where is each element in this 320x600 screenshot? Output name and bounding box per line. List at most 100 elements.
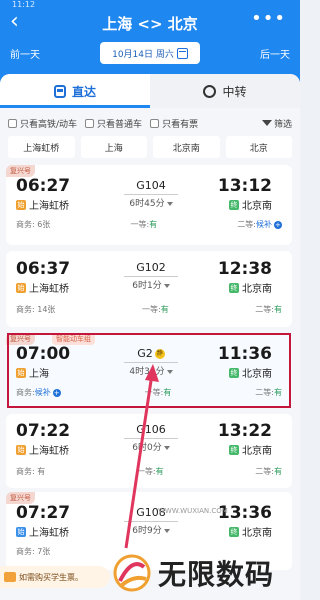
train-number: G106: [136, 423, 166, 436]
chevron-down-icon: [163, 445, 170, 450]
duration[interactable]: 6时1分: [116, 278, 186, 291]
date-bar: 前一天 10月14日 周六 后一天: [0, 40, 300, 66]
arrival-time: 13:22: [217, 421, 272, 441]
second-class-seats: 二等:有: [255, 467, 282, 476]
student-ticket-tip[interactable]: 如需购买学生票。: [0, 566, 110, 588]
plus-icon[interactable]: +: [273, 221, 282, 229]
start-station-icon: 始: [16, 199, 26, 210]
second-class-seats: 二等:有: [255, 305, 282, 314]
arrival-station-label: 北京南: [242, 446, 272, 457]
first-class-seats: 一等:有: [142, 305, 169, 314]
arrival-time: 12:38: [217, 259, 272, 279]
calendar-icon: [176, 47, 188, 59]
station-chip[interactable]: 北京南: [153, 136, 220, 158]
station-chip[interactable]: 北京: [225, 136, 292, 158]
station-chip[interactable]: 上海虹桥: [8, 136, 75, 158]
tab-transfer[interactable]: 中转: [150, 74, 300, 108]
checkbox-icon: [8, 118, 17, 128]
arrival-time: 13:12: [217, 176, 272, 196]
student-tip-label: 如需购买学生票。: [19, 572, 83, 582]
business-seats: 商务: 7张: [16, 547, 51, 556]
business-seats: 商务: 14张: [16, 305, 56, 314]
route-line: [124, 276, 178, 277]
route-line: [124, 194, 178, 195]
end-station-icon: 终: [229, 199, 239, 210]
start-station-icon: 始: [16, 526, 26, 537]
station-chip[interactable]: 上海: [80, 136, 147, 158]
train-icon: [53, 84, 66, 98]
checkbox-icon: [85, 118, 95, 128]
tab-transfer-label: 中转: [222, 84, 247, 99]
filter-icon: [261, 120, 272, 126]
filter-row: 只看高铁/动车 只看普通车 只看有票 筛选: [0, 112, 300, 134]
train-card[interactable]: 复兴号 06:27 始上海虹桥 G104 6时45分 13:12 终北京南 商务…: [6, 165, 292, 245]
highlight-box: [7, 333, 291, 408]
route-line: [124, 521, 178, 522]
watermark-logo-icon: [113, 554, 151, 591]
departure-station-label: 上海虹桥: [29, 446, 69, 457]
start-station-icon: 始: [16, 282, 26, 293]
more-icon[interactable]: •••: [251, 8, 286, 29]
only-normal-label: 只看普通车: [97, 119, 143, 130]
only-normal-checkbox[interactable]: 只看普通车: [85, 117, 142, 130]
end-station-icon: 终: [229, 444, 239, 455]
duration-label: 6时45分: [129, 199, 165, 209]
only-available-checkbox[interactable]: 只看有票: [150, 117, 198, 130]
first-class-seats: 一等:有: [136, 467, 164, 476]
seat-availability: 商务: 有 一等:有 二等:有: [16, 466, 282, 477]
departure-time: 06:27: [16, 176, 71, 196]
business-seats: 商务: 有: [16, 467, 46, 476]
arrival-station-label: 北京南: [242, 528, 272, 539]
departure-station: 始上海虹桥: [16, 197, 69, 212]
watermark-text: 无限数码: [158, 557, 275, 591]
duration[interactable]: 6时0分: [116, 440, 186, 453]
departure-station-label: 上海虹桥: [29, 201, 69, 212]
only-gd-checkbox[interactable]: 只看高铁/动车: [8, 117, 77, 130]
arrival-station: 终北京南: [229, 280, 272, 295]
chevron-down-icon: [166, 201, 173, 206]
top-bar: ‹ 上海 <> 北京 •••: [0, 8, 300, 38]
departure-station: 始上海虹桥: [16, 524, 69, 539]
station-filter: 上海虹桥 上海 北京南 北京: [0, 136, 300, 158]
arrival-station: 终北京南: [229, 524, 272, 539]
train-number: G104: [136, 179, 166, 192]
watermark: 无限数码: [110, 545, 300, 600]
transfer-icon: [203, 84, 217, 98]
departure-time: 07:27: [16, 503, 71, 523]
arrival-station: 终北京南: [229, 442, 272, 457]
only-available-label: 只看有票: [162, 119, 199, 130]
departure-station: 始上海虹桥: [16, 280, 69, 295]
business-seats: 商务: 6张: [16, 220, 51, 229]
tab-direct-label: 直达: [71, 84, 96, 99]
next-day-button[interactable]: 后一天: [260, 46, 290, 61]
chevron-down-icon: [163, 528, 170, 533]
end-station-icon: 终: [229, 282, 239, 293]
graduation-cap-icon: [4, 572, 16, 582]
date-picker[interactable]: 10月14日 周六: [100, 42, 200, 64]
departure-station: 始上海虹桥: [16, 442, 69, 457]
date-label: 10月14日 周六: [112, 49, 174, 60]
mode-tabs: 直达 中转: [0, 74, 300, 108]
watermark-url: WWW.WUXIAN.COM: [158, 507, 228, 515]
checkbox-icon: [150, 118, 160, 128]
train-card[interactable]: 06:37 始上海虹桥 G102 6时1分 12:38 终北京南 商务: 14张…: [6, 251, 292, 327]
prev-day-button[interactable]: 前一天: [10, 46, 40, 61]
departure-time: 06:37: [16, 259, 71, 279]
departure-time: 07:22: [16, 421, 71, 441]
duration[interactable]: 6时45分: [116, 196, 186, 209]
start-station-icon: 始: [16, 444, 26, 455]
duration-label: 6时0分: [132, 443, 162, 453]
first-class-seats: 一等:有: [130, 220, 158, 229]
filter-label: 筛选: [273, 119, 292, 130]
arrival-station-label: 北京南: [242, 201, 272, 212]
train-card[interactable]: 07:22 始上海虹桥 G106 6时0分 13:22 终北京南 商务: 有 一…: [6, 414, 292, 488]
duration-label: 6时1分: [132, 281, 162, 291]
arrival-station-label: 北京南: [242, 284, 272, 295]
filter-button[interactable]: 筛选: [261, 117, 292, 130]
tab-direct[interactable]: 直达: [0, 74, 150, 108]
route-line: [124, 438, 178, 439]
duration[interactable]: 6时9分: [116, 523, 186, 536]
arrival-station: 终北京南: [229, 197, 272, 212]
end-station-icon: 终: [229, 526, 239, 537]
seat-availability: 商务: 6张 一等:有 二等:候补 +: [16, 219, 282, 230]
